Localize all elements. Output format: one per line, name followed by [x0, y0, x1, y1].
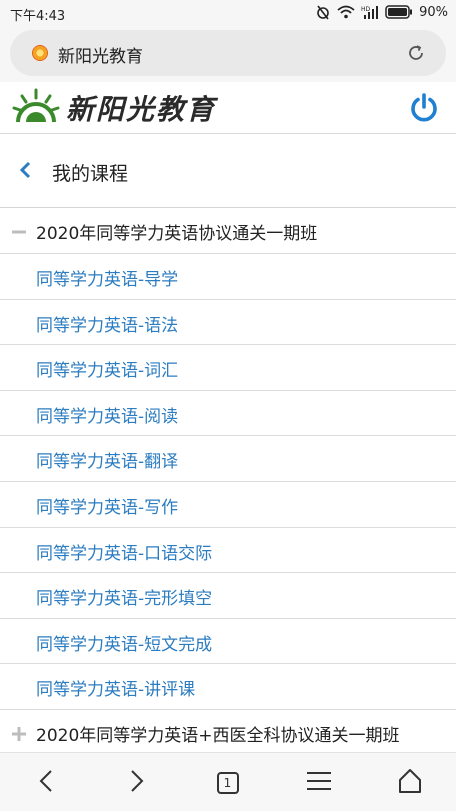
- battery-percent: 90%: [419, 4, 448, 20]
- site-logo[interactable]: 新阳光教育: [12, 88, 216, 128]
- lesson-item[interactable]: 同等学力英语-短文完成: [0, 619, 456, 665]
- course-group-header[interactable]: 2020年同等学力英语协议通关一期班: [0, 208, 456, 254]
- lesson-item[interactable]: 同等学力英语-讲评课: [0, 664, 456, 710]
- lesson-link[interactable]: 同等学力英语-词汇: [36, 356, 178, 381]
- wifi-icon: [337, 5, 355, 19]
- browser-bottom-nav: 1: [0, 752, 456, 811]
- browser-toolbar: 新阳光教育: [0, 26, 456, 82]
- power-icon[interactable]: [408, 92, 440, 128]
- sun-logo-icon: [12, 88, 60, 128]
- site-favicon-icon: [32, 45, 48, 61]
- lesson-link[interactable]: 同等学力英语-完形填空: [36, 584, 212, 609]
- status-bar: 下午4:43 HD 90%: [0, 0, 456, 26]
- reload-icon[interactable]: [406, 43, 426, 67]
- signal-hd-label: HD: [361, 6, 371, 13]
- lesson-link[interactable]: 同等学力英语-写作: [36, 493, 178, 518]
- lesson-link[interactable]: 同等学力英语-语法: [36, 311, 178, 336]
- lesson-link[interactable]: 同等学力英语-翻译: [36, 447, 178, 472]
- lesson-item[interactable]: 同等学力英语-完形填空: [0, 573, 456, 619]
- course-list: 2020年同等学力英语协议通关一期班 同等学力英语-导学 同等学力英语-语法 同…: [0, 208, 456, 756]
- lesson-link[interactable]: 同等学力英语-短文完成: [36, 630, 212, 655]
- lesson-item[interactable]: 同等学力英语-翻译: [0, 436, 456, 482]
- back-arrow-icon: [38, 769, 54, 797]
- menu-button[interactable]: [273, 753, 364, 811]
- logo-wordmark: 新阳光教育: [66, 93, 217, 126]
- lesson-link[interactable]: 同等学力英语-讲评课: [36, 675, 195, 700]
- signal-icon: HD: [361, 5, 379, 19]
- nav-back-button[interactable]: [0, 753, 91, 811]
- forward-arrow-icon: [129, 769, 145, 797]
- site-header: 新阳光教育: [0, 82, 456, 134]
- course-group-header[interactable]: 2020年同等学力英语+西医全科协议通关一期班: [0, 710, 456, 756]
- lesson-link[interactable]: 同等学力英语-口语交际: [36, 539, 212, 564]
- mute-alarm-icon: [315, 4, 331, 20]
- lesson-item[interactable]: 同等学力英语-导学: [0, 254, 456, 300]
- tab-count-icon: 1: [216, 771, 239, 794]
- page-title-bar: 我的课程: [0, 134, 456, 208]
- address-bar-title: 新阳光教育: [58, 47, 143, 67]
- lesson-item[interactable]: 同等学力英语-词汇: [0, 345, 456, 391]
- course-group-title: 2020年同等学力英语协议通关一期班: [36, 224, 318, 244]
- home-icon: [397, 768, 423, 798]
- page-title: 我的课程: [52, 163, 129, 185]
- lesson-item[interactable]: 同等学力英语-阅读: [0, 391, 456, 437]
- status-icons: HD 90%: [315, 4, 448, 20]
- battery-icon: [385, 5, 413, 19]
- back-chevron-icon[interactable]: [18, 160, 32, 184]
- status-time: 下午4:43: [10, 9, 66, 24]
- nav-forward-button[interactable]: [91, 753, 182, 811]
- course-group-title: 2020年同等学力英语+西医全科协议通关一期班: [36, 725, 400, 746]
- lesson-item[interactable]: 同等学力英语-口语交际: [0, 528, 456, 574]
- address-bar[interactable]: 新阳光教育: [10, 30, 446, 76]
- tab-count: 1: [223, 775, 232, 790]
- lesson-item[interactable]: 同等学力英语-写作: [0, 482, 456, 528]
- collapse-minus-icon[interactable]: [12, 224, 26, 238]
- lesson-link[interactable]: 同等学力英语-导学: [36, 265, 178, 290]
- hamburger-menu-icon: [306, 771, 331, 795]
- lesson-link[interactable]: 同等学力英语-阅读: [36, 402, 178, 427]
- lesson-item[interactable]: 同等学力英语-语法: [0, 300, 456, 346]
- expand-plus-icon[interactable]: [12, 726, 26, 741]
- tabs-button[interactable]: 1: [182, 753, 273, 811]
- home-button[interactable]: [364, 753, 455, 811]
